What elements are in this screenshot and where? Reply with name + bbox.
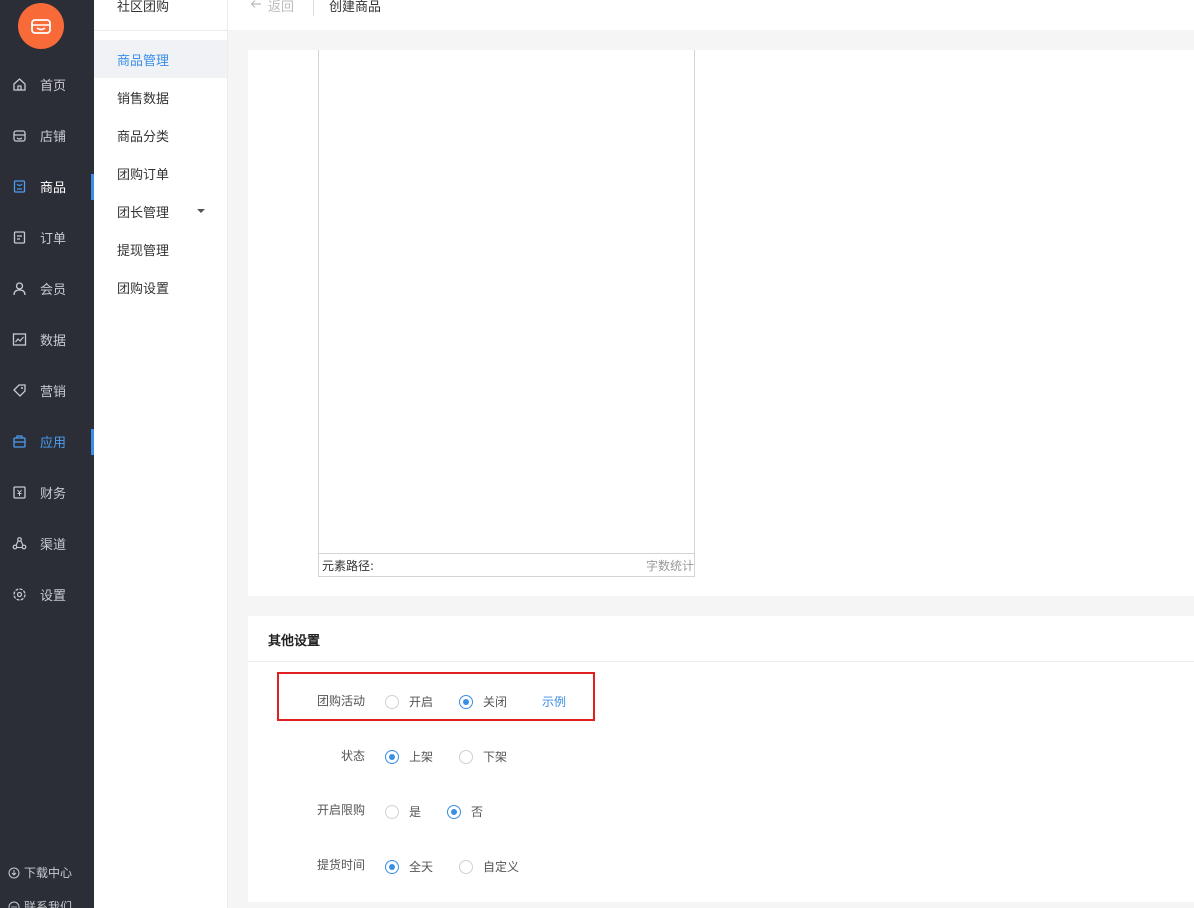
nav-item-label: 设置 bbox=[40, 588, 67, 604]
element-path: 元素路径: bbox=[322, 558, 375, 573]
nav-item-marketing[interactable]: 营销 bbox=[0, 370, 94, 410]
finance-icon bbox=[11, 484, 27, 500]
caret-down-icon bbox=[197, 209, 205, 213]
subnav-item-goods-management[interactable]: 商品管理 bbox=[94, 40, 227, 78]
radio-circle bbox=[447, 804, 461, 819]
subnav-item-withdrawal[interactable]: 提现管理 bbox=[94, 230, 227, 268]
back-button[interactable]: 返回 bbox=[250, 0, 294, 15]
download-icon bbox=[8, 867, 20, 879]
other-settings-card: 其他设置 团购活动 开启 关闭 示例 状态 上架 下架 开启限购 是 否 提货时… bbox=[248, 616, 1194, 902]
radio-label: 是 bbox=[409, 805, 422, 819]
nav-item-channel[interactable]: 渠道 bbox=[0, 523, 94, 563]
status-off-shelf-radio[interactable]: 下架 bbox=[459, 748, 507, 765]
pickup-time-label: 提货时间 bbox=[316, 858, 365, 872]
order-icon bbox=[11, 229, 27, 245]
subnav-item-label: 团长管理 bbox=[117, 205, 170, 221]
member-icon bbox=[11, 280, 27, 296]
nav-item-label: 店铺 bbox=[40, 129, 67, 145]
nav-item-apps[interactable]: 应用 bbox=[0, 421, 94, 461]
nav-item-label: 财务 bbox=[40, 486, 67, 502]
nav-item-goods[interactable]: 商品 bbox=[0, 166, 94, 206]
card-header: 其他设置 bbox=[248, 616, 1194, 662]
download-center-label: 下载中心 bbox=[24, 866, 73, 880]
app-icon bbox=[11, 433, 27, 449]
radio-circle bbox=[459, 749, 473, 764]
subnav-item-label: 团购订单 bbox=[117, 167, 170, 183]
subnav-item-label: 商品管理 bbox=[117, 53, 170, 69]
highlight-box bbox=[277, 672, 595, 721]
subnav-item-label: 团购设置 bbox=[117, 281, 170, 297]
subnav-item-category[interactable]: 商品分类 bbox=[94, 116, 227, 154]
description-card: 元素路径: 字数统计 bbox=[248, 50, 1194, 596]
nav-item-settings[interactable]: 设置 bbox=[0, 574, 94, 614]
nav-item-home[interactable]: 首页 bbox=[0, 64, 94, 104]
nav-item-label: 营销 bbox=[40, 384, 67, 400]
store-logo-icon[interactable] bbox=[18, 3, 64, 49]
subnav-item-group-settings[interactable]: 团购设置 bbox=[94, 268, 227, 306]
nav-item-data[interactable]: 数据 bbox=[0, 319, 94, 359]
nav-item-label: 应用 bbox=[40, 435, 67, 451]
nav-item-order[interactable]: 订单 bbox=[0, 217, 94, 257]
nav-item-member[interactable]: 会员 bbox=[0, 268, 94, 308]
chart-icon bbox=[11, 331, 27, 347]
radio-circle bbox=[385, 804, 399, 819]
subnav-item-leader-management[interactable]: 团长管理 bbox=[94, 192, 227, 230]
nav-item-label: 会员 bbox=[40, 282, 67, 298]
home-icon bbox=[11, 76, 27, 92]
contact-us-label: 联系我们 bbox=[24, 900, 73, 908]
radio-label: 下架 bbox=[483, 750, 508, 764]
subnav-item-group-orders[interactable]: 团购订单 bbox=[94, 154, 227, 192]
status-label: 状态 bbox=[340, 749, 365, 763]
status-on-shelf-radio[interactable]: 上架 bbox=[385, 748, 433, 765]
subnav-title: 社区团购 bbox=[117, 0, 170, 15]
subnav-item-label: 商品分类 bbox=[117, 129, 170, 145]
subnav-item-label: 销售数据 bbox=[117, 91, 170, 107]
nav-item-label: 渠道 bbox=[40, 537, 67, 553]
radio-circle bbox=[459, 859, 473, 874]
limit-no-radio[interactable]: 否 bbox=[447, 803, 483, 820]
pickup-all-day-radio[interactable]: 全天 bbox=[385, 858, 433, 875]
radio-circle bbox=[385, 859, 399, 874]
radio-label: 否 bbox=[471, 805, 484, 819]
goods-icon bbox=[11, 178, 27, 194]
tag-icon bbox=[11, 382, 27, 398]
back-label: 返回 bbox=[268, 0, 295, 15]
nav-item-label: 商品 bbox=[40, 180, 67, 196]
radio-label: 全天 bbox=[409, 860, 434, 874]
sub-sidebar: 社区团购 商品管理 销售数据 商品分类 团购订单 团长管理 提现管理 团购设置 bbox=[94, 0, 228, 908]
channel-icon bbox=[11, 535, 27, 551]
limit-label: 开启限购 bbox=[316, 803, 365, 817]
nav-item-label: 订单 bbox=[40, 231, 67, 247]
rich-text-editor[interactable]: 元素路径: 字数统计 bbox=[318, 50, 695, 577]
gear-icon bbox=[11, 586, 27, 602]
divider bbox=[94, 30, 228, 31]
nav-item-finance[interactable]: 财务 bbox=[0, 472, 94, 512]
radio-circle bbox=[385, 749, 399, 764]
chat-icon bbox=[8, 901, 20, 908]
store-icon bbox=[11, 127, 27, 143]
arrow-left-icon bbox=[250, 0, 262, 13]
section-title: 其他设置 bbox=[268, 634, 321, 649]
nav-item-label: 数据 bbox=[40, 333, 67, 349]
top-bar: 返回 创建商品 bbox=[228, 0, 1194, 30]
page-title: 创建商品 bbox=[329, 0, 382, 15]
editor-status-bar: 元素路径: 字数统计 bbox=[319, 553, 694, 576]
contact-us-link[interactable]: 联系我们 bbox=[8, 898, 72, 908]
word-count: 字数统计 bbox=[645, 558, 694, 573]
radio-label: 上架 bbox=[409, 750, 434, 764]
limit-yes-radio[interactable]: 是 bbox=[385, 803, 421, 820]
nav-item-store[interactable]: 店铺 bbox=[0, 115, 94, 155]
radio-label: 自定义 bbox=[483, 860, 520, 874]
pickup-custom-radio[interactable]: 自定义 bbox=[459, 858, 519, 875]
download-center-link[interactable]: 下载中心 bbox=[8, 864, 72, 881]
subnav-item-sales-data[interactable]: 销售数据 bbox=[94, 78, 227, 116]
main-sidebar: 首页 店铺 商品 订单 会员 数据 营销 应用 财务 渠道 设置 下载中心 联系… bbox=[0, 0, 94, 908]
subnav-item-label: 提现管理 bbox=[117, 243, 170, 259]
divider bbox=[313, 0, 314, 16]
nav-item-label: 首页 bbox=[40, 78, 67, 94]
